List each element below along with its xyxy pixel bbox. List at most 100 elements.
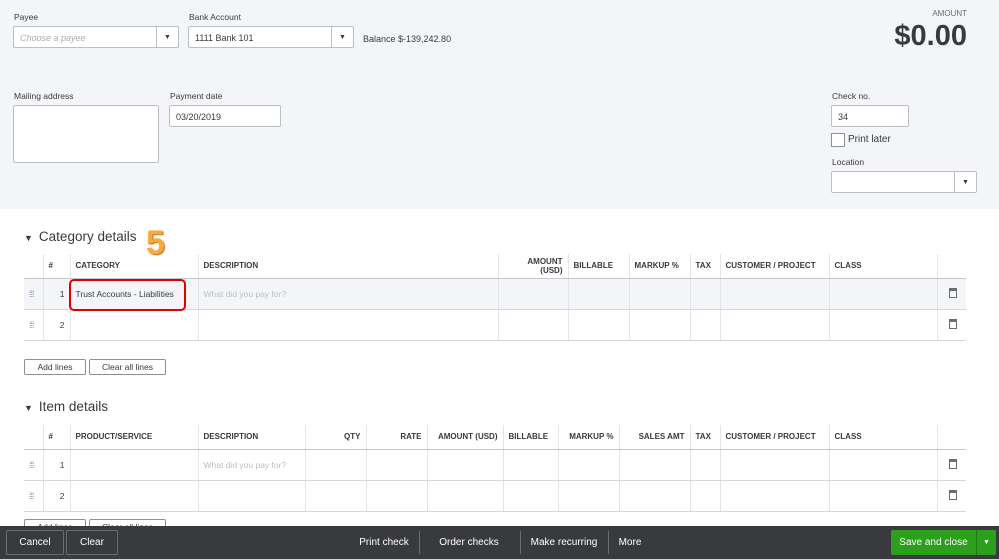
table-cell[interactable] — [69, 449, 198, 481]
chevron-down-icon[interactable]: ▼ — [331, 27, 353, 47]
add-lines-button[interactable]: Add lines — [24, 359, 86, 375]
table-cell[interactable] — [497, 278, 568, 310]
table-cell[interactable] — [719, 480, 829, 512]
item-details-toggle[interactable]: ▼ Item details — [24, 399, 108, 414]
amount-total: $0.00 — [894, 20, 967, 52]
table-cell[interactable] — [689, 480, 720, 512]
table-cell[interactable] — [304, 449, 366, 481]
table-cell[interactable] — [567, 278, 629, 310]
mailing-address-input[interactable] — [13, 105, 159, 163]
check-no-input[interactable]: 34 — [831, 105, 909, 127]
payment-date-input[interactable]: 03/20/2019 — [169, 105, 281, 127]
table-cell[interactable]: ⁞⁞⁞ — [24, 449, 43, 481]
collapse-triangle-icon: ▼ — [24, 403, 33, 413]
column-header — [936, 254, 966, 279]
table-cell[interactable] — [365, 449, 427, 481]
table-cell[interactable] — [557, 480, 619, 512]
table-cell[interactable]: ⁞⁞⁞ — [24, 278, 43, 310]
table-cell[interactable] — [567, 309, 629, 341]
payment-date-value: 03/20/2019 — [176, 112, 222, 122]
table-cell[interactable] — [557, 449, 619, 481]
column-header: MARKUP % — [628, 254, 690, 279]
row-number: 1 — [42, 449, 70, 481]
trash-icon[interactable] — [948, 318, 957, 329]
column-header — [936, 425, 966, 450]
clear-all-lines-button[interactable]: Clear all lines — [89, 359, 166, 375]
table-cell[interactable] — [618, 449, 690, 481]
save-and-close-button[interactable]: Save and close ▼ — [891, 530, 996, 555]
location-select[interactable]: ▼ — [831, 171, 977, 193]
column-header: TAX — [689, 425, 720, 450]
table-cell[interactable] — [618, 480, 690, 512]
description-cell[interactable] — [197, 309, 498, 341]
trash-icon[interactable] — [948, 489, 957, 500]
table-cell[interactable] — [628, 309, 690, 341]
description-cell[interactable] — [197, 480, 305, 512]
table-cell[interactable] — [936, 480, 966, 512]
table-cell[interactable] — [719, 278, 829, 310]
more-button[interactable]: More — [614, 526, 646, 559]
table-cell[interactable] — [689, 309, 720, 341]
table-cell[interactable] — [936, 278, 966, 310]
location-label: Location — [832, 157, 865, 167]
payee-select[interactable]: Choose a payee ▼ — [13, 26, 179, 48]
table-cell[interactable] — [828, 309, 937, 341]
print-later-checkbox[interactable] — [831, 133, 845, 147]
chevron-down-icon[interactable]: ▼ — [156, 27, 178, 47]
table-cell[interactable] — [426, 480, 503, 512]
table-cell[interactable] — [304, 480, 366, 512]
table-cell[interactable] — [628, 278, 690, 310]
column-header: CLASS — [828, 254, 937, 279]
description-cell[interactable]: What did you pay for? — [197, 449, 305, 481]
table-cell[interactable] — [828, 480, 937, 512]
column-header: RATE — [365, 425, 427, 450]
table-row[interactable]: ⁞⁞⁞ 1 What did you pay for? — [24, 449, 966, 481]
order-checks-button[interactable]: Order checks — [430, 526, 508, 559]
chevron-down-icon[interactable]: ▼ — [976, 530, 996, 555]
description-cell[interactable]: What did you pay for? — [197, 278, 498, 310]
table-cell[interactable] — [502, 449, 558, 481]
cancel-button[interactable]: Cancel — [6, 530, 64, 555]
table-cell[interactable] — [689, 278, 720, 310]
drag-handle-icon[interactable]: ⁞⁞⁞ — [29, 289, 34, 299]
make-recurring-button[interactable]: Make recurring — [526, 526, 602, 559]
column-header: BILLABLE — [502, 425, 558, 450]
table-cell[interactable]: ⁞⁞⁞ — [24, 480, 43, 512]
table-cell[interactable] — [689, 449, 720, 481]
table-cell[interactable] — [828, 278, 937, 310]
save-and-close-label: Save and close — [899, 537, 968, 548]
trash-icon[interactable] — [948, 458, 957, 469]
category-details-toggle[interactable]: ▼ Category details — [24, 229, 136, 244]
table-cell[interactable] — [828, 449, 937, 481]
category-cell[interactable] — [69, 309, 198, 341]
table-cell[interactable] — [69, 480, 198, 512]
chevron-down-icon[interactable]: ▼ — [954, 172, 976, 192]
footer-bar: Cancel Clear Print check Order checks Ma… — [0, 526, 999, 559]
table-cell[interactable] — [426, 449, 503, 481]
bank-account-select[interactable]: 1111 Bank 101 ▼ — [188, 26, 354, 48]
column-header: PRODUCT/SERVICE — [69, 425, 198, 450]
table-cell[interactable] — [936, 449, 966, 481]
print-check-button[interactable]: Print check — [350, 526, 418, 559]
trash-icon[interactable] — [948, 287, 957, 298]
column-header: DESCRIPTION — [197, 425, 305, 450]
table-cell[interactable] — [497, 309, 568, 341]
clear-button[interactable]: Clear — [66, 530, 118, 555]
table-cell[interactable] — [719, 449, 829, 481]
table-cell[interactable] — [365, 480, 427, 512]
table-cell[interactable] — [936, 309, 966, 341]
drag-handle-icon[interactable]: ⁞⁞⁞ — [29, 460, 34, 470]
column-header: TAX — [689, 254, 720, 279]
table-cell[interactable]: ⁞⁞⁞ — [24, 309, 43, 341]
drag-handle-icon[interactable]: ⁞⁞⁞ — [29, 491, 34, 501]
table-cell[interactable] — [502, 480, 558, 512]
check-no-label: Check no. — [832, 91, 871, 101]
column-header: MARKUP % — [557, 425, 619, 450]
column-header: CLASS — [828, 425, 937, 450]
column-header — [24, 425, 43, 450]
drag-handle-icon[interactable]: ⁞⁞⁞ — [29, 320, 34, 330]
table-row[interactable]: ⁞⁞⁞ 2 — [24, 480, 966, 512]
table-cell[interactable] — [719, 309, 829, 341]
bank-account-label: Bank Account — [189, 12, 241, 22]
table-row[interactable]: ⁞⁞⁞ 2 — [24, 309, 966, 341]
